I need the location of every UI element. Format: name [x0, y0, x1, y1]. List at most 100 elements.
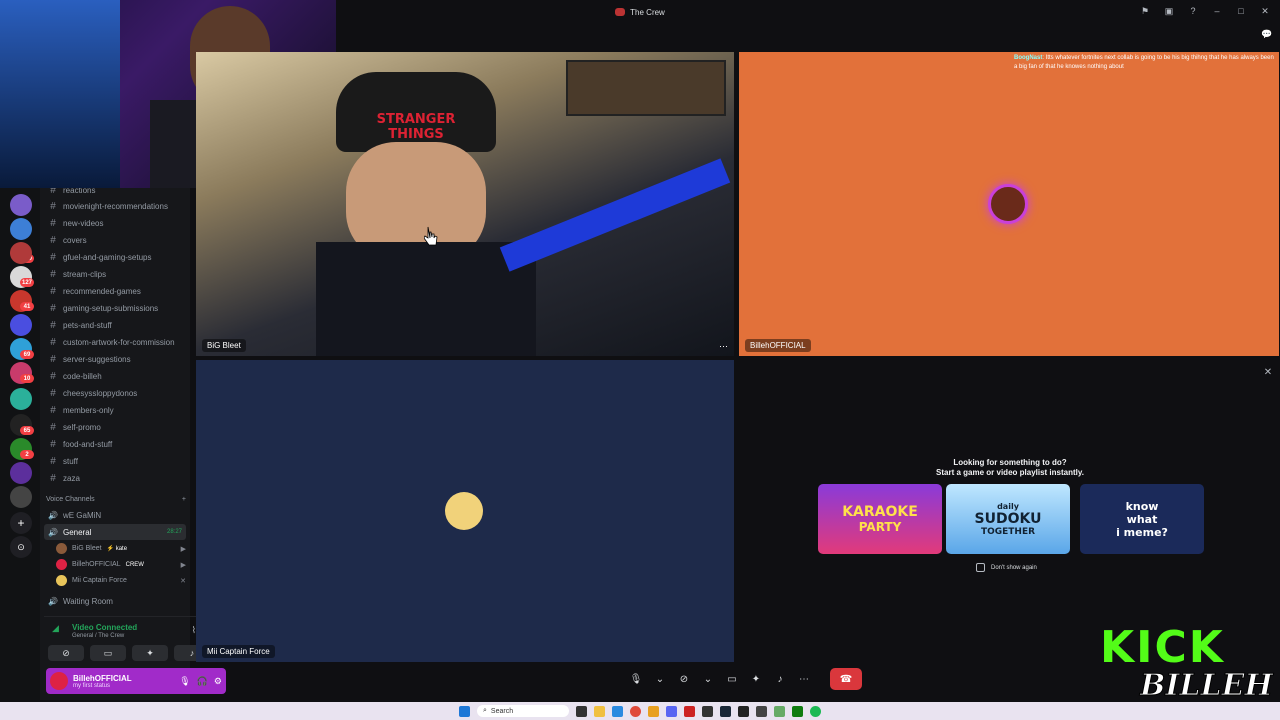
help-icon[interactable]: ? — [1186, 4, 1200, 18]
screen-share-button[interactable]: ▭ — [90, 645, 126, 661]
headphones-icon[interactable]: 🎧 — [197, 676, 208, 687]
server-icon[interactable] — [10, 218, 32, 240]
text-channel[interactable]: # stuff — [48, 453, 188, 469]
voice-timer: 28:27 — [166, 529, 182, 535]
activities-button[interactable]: ✦ — [132, 645, 168, 661]
video-tile-big-bleet[interactable]: STRANGER THINGS BiG Bleet ⋯ — [196, 52, 734, 356]
microphone-icon[interactable]: 🎙 — [179, 676, 190, 687]
edge-icon[interactable] — [612, 705, 623, 717]
task-view-icon[interactable] — [576, 705, 587, 717]
voice-user-name: BillehOFFICIAL — [72, 561, 121, 568]
pin-icon[interactable]: ⚑ — [1138, 4, 1152, 18]
text-channel[interactable]: # gaming-setup-submissions — [48, 300, 188, 316]
voice-category-label: Voice Channels — [46, 496, 95, 503]
text-channel[interactable]: # movienight-recommendations — [48, 198, 188, 214]
server-icon[interactable] — [10, 194, 32, 216]
obs-icon[interactable] — [702, 705, 713, 717]
inbox-icon[interactable]: ▣ — [1162, 4, 1176, 18]
text-channel[interactable]: # zaza — [48, 470, 188, 486]
text-channel[interactable]: # recommended-games — [48, 283, 188, 299]
steam-icon[interactable] — [720, 705, 731, 717]
voice-user[interactable]: BillehOFFICIAL CREW ▶ — [56, 557, 186, 572]
discover-icon[interactable]: ⊙ — [10, 536, 32, 558]
dont-show-again-option[interactable]: Don't show again — [976, 563, 1037, 572]
start-icon[interactable] — [459, 705, 470, 717]
text-channel[interactable]: # pets-and-stuff — [48, 317, 188, 333]
text-channel[interactable]: # cheesyssloppydonos — [48, 385, 188, 401]
tile-name-label: BiG Bleet — [202, 339, 246, 352]
chevron-down-icon[interactable]: ⌄ — [700, 669, 716, 689]
file-explorer-icon[interactable] — [594, 705, 605, 717]
more-options-icon[interactable]: ⋯ — [719, 341, 728, 352]
add-channel-icon[interactable]: + — [182, 496, 186, 503]
activity-card-karaoke[interactable]: KARAOKE PARTY — [818, 484, 942, 554]
terminal-icon[interactable] — [738, 705, 749, 717]
text-channel[interactable]: # server-suggestions — [48, 351, 188, 367]
activities-icon[interactable]: ✦ — [748, 669, 764, 689]
chat-icon[interactable]: 💬 — [1260, 27, 1274, 41]
voice-channel-label: Waiting Room — [62, 596, 113, 606]
text-channel[interactable]: # covers — [48, 232, 188, 248]
avatar[interactable] — [50, 672, 68, 690]
text-channel[interactable]: # stream-clips — [48, 266, 188, 282]
close-icon[interactable]: ✕ — [1262, 366, 1274, 378]
text-channel[interactable]: # new-videos — [48, 215, 188, 231]
chevron-down-icon[interactable]: ⌄ — [652, 669, 668, 689]
voice-user[interactable]: BiG Bleet ⚡ kate ▶ — [56, 541, 186, 556]
voice-location[interactable]: General / The Crew — [72, 633, 124, 639]
camera-off-icon[interactable]: ⊘ — [676, 669, 692, 689]
search-icon: ⌕ — [483, 707, 487, 714]
voice-channel-general[interactable]: 🔊 General 28:27 — [44, 524, 186, 540]
text-channel[interactable]: # food-and-stuff — [48, 436, 188, 452]
camera-button[interactable]: ⊘ — [48, 645, 84, 661]
checkbox[interactable] — [976, 563, 985, 572]
taskbar-search[interactable]: ⌕ Search — [477, 705, 569, 717]
chrome-icon[interactable] — [630, 705, 641, 717]
text-channel[interactable]: # self-promo — [48, 419, 188, 435]
voice-category-header[interactable]: Voice Channels + — [46, 496, 186, 503]
app-icon[interactable] — [756, 705, 767, 717]
app-icon[interactable] — [774, 705, 785, 717]
more-icon[interactable]: ⋯ — [796, 669, 812, 689]
text-channel[interactable]: # gfuel-and-gaming-setups — [48, 249, 188, 265]
discord-icon[interactable] — [666, 705, 677, 717]
text-channel[interactable]: # code-billeh — [48, 368, 188, 384]
server-icon[interactable] — [10, 388, 32, 410]
add-server-icon[interactable]: + — [10, 512, 32, 534]
video-tile-mii-captain-force[interactable]: Mii Captain Force — [196, 360, 734, 662]
video-tile-billehofficial[interactable]: BillehOFFICIAL — [739, 52, 1279, 356]
speaker-icon: 🔊 — [48, 527, 58, 537]
server-icon[interactable] — [10, 462, 32, 484]
maximize-icon[interactable]: □ — [1234, 4, 1248, 18]
channel-label: zaza — [63, 473, 80, 483]
tile-name-label: Mii Captain Force — [202, 645, 275, 658]
voice-channel-label: General — [62, 527, 92, 537]
close-icon[interactable]: ✕ — [1258, 4, 1272, 18]
voice-channel-waiting[interactable]: 🔊 Waiting Room — [44, 593, 186, 609]
settings-icon[interactable]: ⚙ — [214, 676, 222, 687]
end-call-button[interactable]: ☎ — [830, 668, 862, 690]
soundboard-icon[interactable]: ♪ — [772, 669, 788, 689]
server-icon[interactable] — [10, 242, 32, 264]
activity-card-know-what-i-meme[interactable]: know what i meme? — [1080, 484, 1204, 554]
avatar — [56, 575, 67, 586]
voice-user[interactable]: Mii Captain Force ✕ — [56, 573, 186, 588]
server-icon[interactable] — [10, 486, 32, 508]
app-icon[interactable] — [684, 705, 695, 717]
card-title: daily — [997, 501, 1019, 511]
text-channel[interactable]: # members-only — [48, 402, 188, 418]
voice-channel-wegaming[interactable]: 🔊 wE GaMiN — [44, 507, 186, 523]
app-icon[interactable] — [648, 705, 659, 717]
text-channel[interactable]: # custom-artwork-for-commission — [48, 334, 188, 350]
user-info[interactable]: BillehOFFICIAL my first status — [73, 674, 132, 689]
call-controls: 🎙 ⌄ ⊘ ⌄ ▭ ✦ ♪ ⋯ ☎ — [628, 667, 862, 691]
activity-card-sudoku[interactable]: daily SUDOKU TOGETHER — [946, 484, 1070, 554]
xbox-icon[interactable] — [792, 705, 803, 717]
hash-icon: # — [50, 472, 56, 484]
screen-share-icon[interactable]: ▭ — [724, 669, 740, 689]
microphone-icon[interactable]: 🎙 — [628, 669, 644, 689]
spotify-icon[interactable] — [810, 705, 821, 717]
minimize-icon[interactable]: – — [1210, 4, 1224, 18]
server-icon[interactable] — [10, 314, 32, 336]
voice-status[interactable]: Video Connected — [72, 623, 137, 632]
